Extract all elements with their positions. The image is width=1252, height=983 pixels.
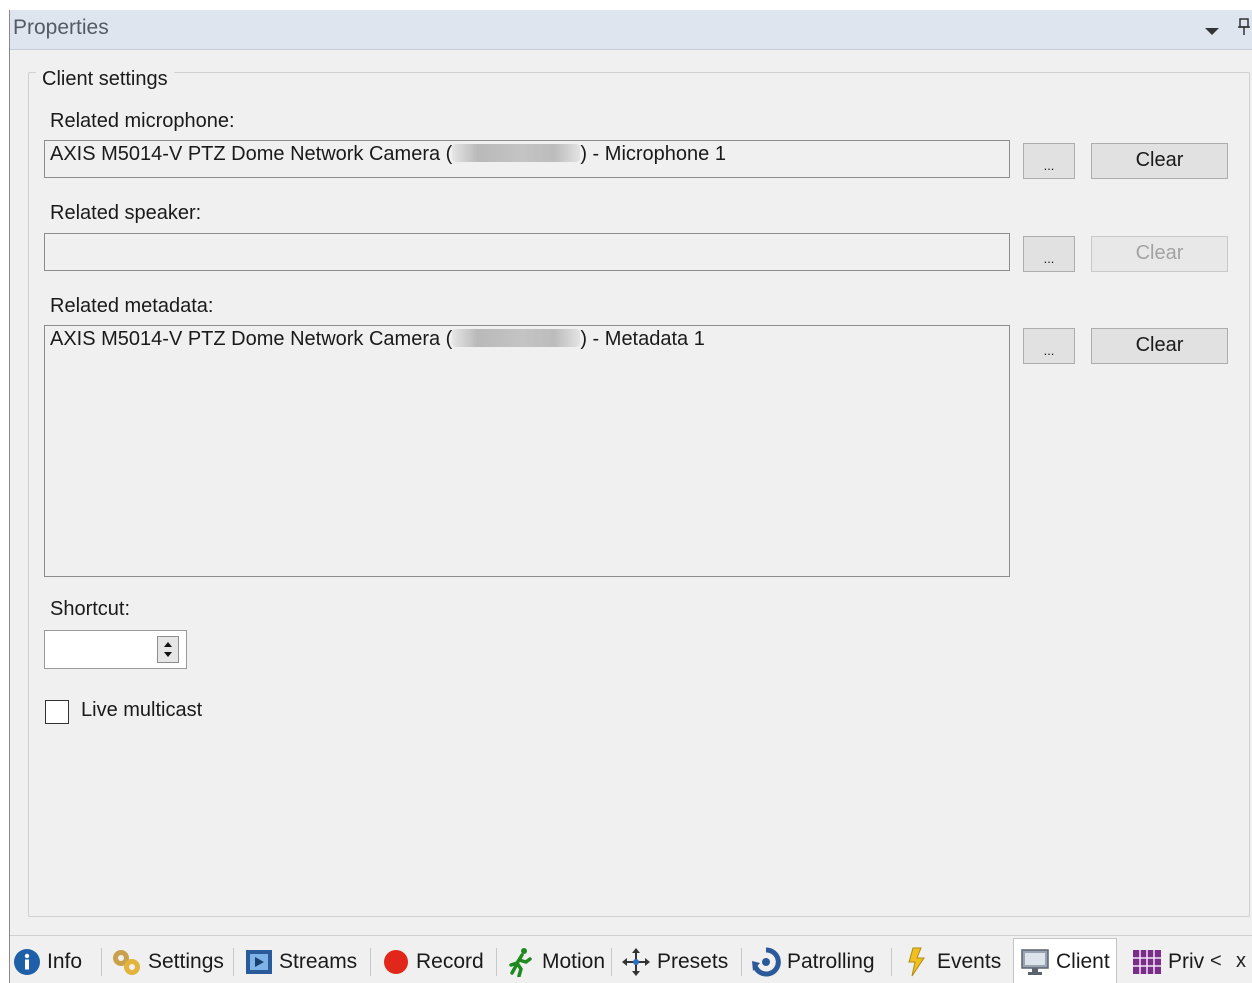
- tab-presets[interactable]: Presets: [619, 942, 728, 982]
- tab-events[interactable]: Events: [899, 942, 1001, 982]
- stepper-up-icon[interactable]: [164, 642, 172, 647]
- related-speaker-field[interactable]: [44, 233, 1010, 271]
- window-title: Properties: [13, 16, 109, 39]
- tab-separator: [611, 948, 612, 976]
- group-title: Client settings: [36, 68, 174, 91]
- tab-privacy-mask[interactable]: Priv: [1130, 942, 1204, 982]
- tab-separator: [741, 948, 742, 976]
- microphone-browse-button[interactable]: ...: [1023, 143, 1075, 179]
- tab-bar: Info Settings Streams Record Motion Pres…: [10, 935, 1252, 983]
- related-metadata-list[interactable]: AXIS M5014-V PTZ Dome Network Camera () …: [44, 325, 1010, 577]
- tab-settings[interactable]: Settings: [108, 942, 224, 982]
- patrolling-icon: [752, 947, 781, 977]
- tab-separator: [370, 948, 371, 976]
- privacy-mask-icon: [1133, 950, 1161, 974]
- live-multicast-label[interactable]: Live multicast: [81, 699, 202, 722]
- events-icon: [908, 947, 925, 977]
- redacted-ip: [452, 329, 581, 347]
- tab-record[interactable]: Record: [380, 942, 484, 982]
- redacted-ip: [452, 144, 581, 162]
- metadata-browse-button[interactable]: ...: [1023, 328, 1075, 364]
- tab-streams[interactable]: Streams: [243, 942, 357, 982]
- tab-info[interactable]: Info: [11, 942, 82, 982]
- record-icon: [384, 950, 408, 974]
- tab-separator: [101, 948, 102, 976]
- metadata-clear-button[interactable]: Clear: [1091, 328, 1228, 364]
- title-bar: Properties: [10, 10, 1252, 50]
- speaker-browse-button[interactable]: ...: [1023, 236, 1075, 272]
- related-speaker-label: Related speaker:: [50, 202, 202, 224]
- related-metadata-label: Related metadata:: [50, 295, 214, 317]
- microphone-clear-button[interactable]: Clear: [1091, 143, 1228, 179]
- stepper-buttons[interactable]: [157, 636, 179, 663]
- client-icon: [1021, 948, 1049, 975]
- shortcut-label: Shortcut:: [50, 598, 131, 620]
- pin-icon[interactable]: [1238, 18, 1250, 41]
- motion-icon: [509, 948, 532, 977]
- stepper-down-icon[interactable]: [164, 652, 172, 657]
- related-microphone-field[interactable]: AXIS M5014-V PTZ Dome Network Camera () …: [44, 140, 1010, 178]
- tab-scroll-right-icon[interactable]: x: [1236, 950, 1246, 973]
- properties-window: Properties Client settings Related micro…: [9, 10, 1252, 983]
- speaker-clear-button[interactable]: Clear: [1091, 236, 1228, 272]
- tab-scroll-left-icon[interactable]: <: [1210, 950, 1222, 973]
- shortcut-stepper[interactable]: [44, 630, 187, 669]
- tab-client[interactable]: Client: [1013, 938, 1117, 983]
- tab-separator: [496, 948, 497, 976]
- tab-separator: [891, 948, 892, 976]
- presets-icon: [622, 948, 650, 976]
- tab-motion[interactable]: Motion: [504, 942, 605, 982]
- dropdown-arrow-icon[interactable]: [1205, 28, 1219, 35]
- info-icon: [14, 949, 40, 975]
- tab-patrolling[interactable]: Patrolling: [749, 942, 875, 982]
- streams-icon: [246, 950, 272, 974]
- settings-icon: [113, 950, 140, 975]
- related-microphone-label: Related microphone:: [50, 110, 235, 132]
- tab-separator: [233, 948, 234, 976]
- live-multicast-checkbox[interactable]: [45, 700, 69, 724]
